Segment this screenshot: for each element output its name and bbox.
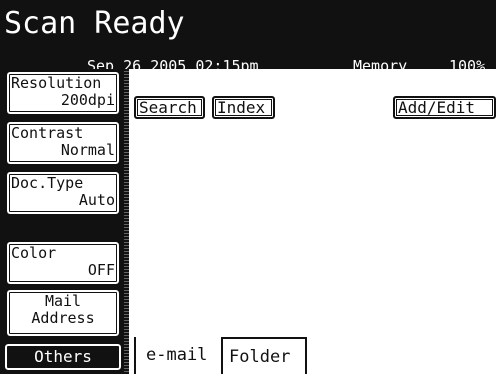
destination-tabs: e-mail Folder — [130, 337, 496, 374]
color-value: OFF — [87, 261, 115, 279]
contrast-value: Normal — [60, 141, 115, 159]
search-button[interactable]: Search — [134, 96, 205, 119]
doc-type-button[interactable]: Doc.Type Auto — [5, 170, 121, 216]
screen-title: Scan Ready — [0, 0, 496, 47]
contrast-button[interactable]: Contrast Normal — [5, 120, 121, 166]
resolution-button[interactable]: Resolution 200dpi — [5, 70, 121, 116]
color-label: Color — [11, 244, 57, 262]
color-button[interactable]: Color OFF — [5, 240, 121, 286]
add-edit-button[interactable]: Add/Edit — [393, 96, 496, 119]
tab-email[interactable]: e-mail — [134, 337, 220, 374]
tab-folder[interactable]: Folder — [221, 337, 307, 374]
sidebar-divider — [124, 69, 129, 374]
others-button[interactable]: Others — [4, 343, 122, 371]
doc-type-value: Auto — [78, 191, 115, 209]
mail-address-line2: Address — [31, 309, 95, 327]
mail-address-button[interactable]: Mail Address — [5, 288, 121, 338]
resolution-value: 200dpi — [60, 91, 115, 109]
status-bar: Sep 26 2005 02:15pm Memory 100% — [0, 47, 496, 75]
index-button[interactable]: Index — [212, 96, 275, 119]
doc-type-label: Doc.Type — [11, 174, 84, 192]
mail-address-line1: Mail — [44, 292, 82, 310]
contrast-label: Contrast — [11, 124, 84, 142]
resolution-label: Resolution — [11, 74, 102, 92]
